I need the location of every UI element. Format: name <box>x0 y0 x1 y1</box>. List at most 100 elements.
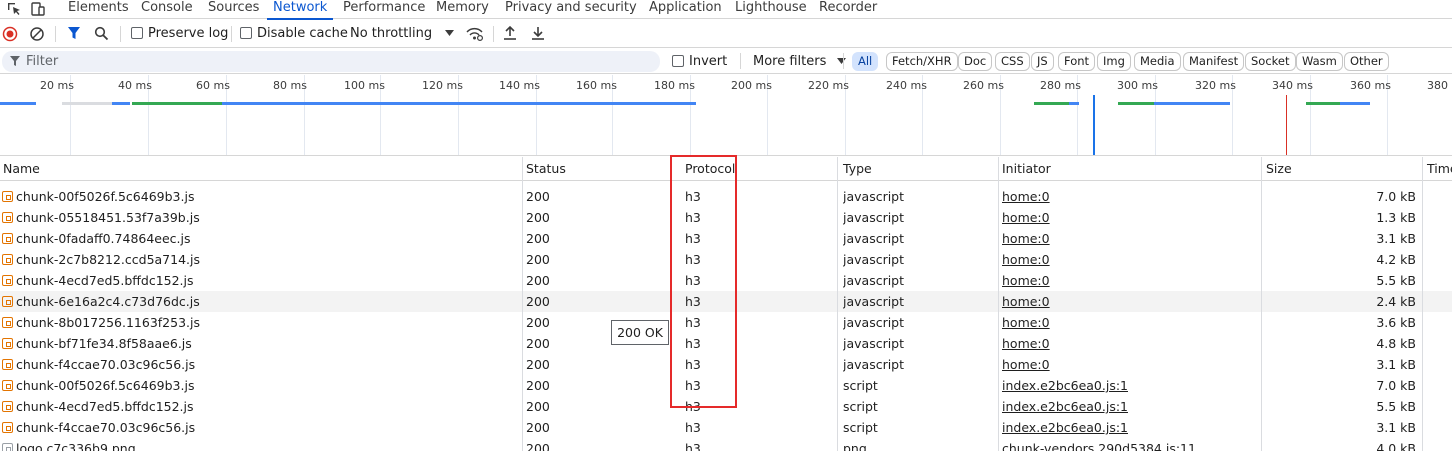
column-divider[interactable] <box>522 157 523 451</box>
request-size: 3.1 kB <box>1376 420 1416 435</box>
request-size: 3.1 kB <box>1376 231 1416 246</box>
request-size: 1.3 kB <box>1376 210 1416 225</box>
request-initiator[interactable]: home:0 <box>1002 249 1050 270</box>
request-name: chunk-0fadaff0.74864eec.js <box>16 231 191 246</box>
column-header-type[interactable]: Type <box>840 157 998 181</box>
column-divider[interactable] <box>998 157 999 451</box>
filter-input[interactable]: Filter <box>2 51 660 72</box>
script-file-icon <box>2 212 13 223</box>
filter-chip-css[interactable]: CSS <box>995 52 1030 71</box>
request-name: chunk-8b017256.1163f253.js <box>16 315 200 330</box>
image-file-icon <box>2 443 13 451</box>
tab-elements[interactable]: Elements <box>68 0 129 19</box>
script-file-icon <box>2 254 13 265</box>
script-file-icon <box>2 275 13 286</box>
column-divider[interactable] <box>1261 157 1262 451</box>
tab-console[interactable]: Console <box>141 0 193 19</box>
tab-lighthouse[interactable]: Lighthouse <box>735 0 807 19</box>
request-type: javascript <box>843 315 905 330</box>
column-header-name[interactable]: Name <box>0 157 522 181</box>
column-header-time[interactable]: Time <box>1424 157 1452 181</box>
script-file-icon <box>2 296 13 307</box>
script-file-icon <box>2 317 13 328</box>
tab-privacy-and-security[interactable]: Privacy and security <box>505 0 637 19</box>
column-divider[interactable] <box>1422 157 1423 451</box>
request-initiator[interactable]: home:0 <box>1002 207 1050 228</box>
request-size: 4.0 kB <box>1376 441 1416 451</box>
tab-performance[interactable]: Performance <box>343 0 425 19</box>
disable-cache-checkbox[interactable]: Disable cache <box>240 26 348 42</box>
filter-chip-socket[interactable]: Socket <box>1245 52 1296 71</box>
filter-chip-doc[interactable]: Doc <box>958 52 993 71</box>
column-header-size[interactable]: Size <box>1263 157 1422 181</box>
request-initiator[interactable]: home:0 <box>1002 228 1050 249</box>
request-initiator[interactable]: index.e2bc6ea0.js:1 <box>1002 396 1128 417</box>
filter-chip-media[interactable]: Media <box>1134 52 1181 71</box>
filter-chip-js[interactable]: JS <box>1031 52 1054 71</box>
table-row[interactable]: chunk-f4ccae70.03c96c56.js 200 h3 script… <box>0 417 1452 438</box>
network-conditions-icon[interactable] <box>466 26 483 42</box>
request-size: 7.0 kB <box>1376 378 1416 393</box>
search-icon[interactable] <box>94 26 109 41</box>
request-type: javascript <box>843 210 905 225</box>
column-divider[interactable] <box>837 157 838 451</box>
request-initiator[interactable]: index.e2bc6ea0.js:1 <box>1002 375 1128 396</box>
tab-application[interactable]: Application <box>649 0 722 19</box>
clear-icon[interactable] <box>29 26 45 42</box>
request-name: chunk-00f5026f.5c6469b3.js <box>16 378 195 393</box>
request-name: logo.c7c336b9.png <box>16 441 136 451</box>
request-initiator[interactable]: home:0 <box>1002 186 1050 207</box>
script-file-icon <box>2 422 13 433</box>
filter-chip-img[interactable]: Img <box>1097 52 1131 71</box>
inspect-element-icon[interactable] <box>6 1 22 17</box>
filter-icon[interactable] <box>67 26 81 41</box>
filter-chip-other[interactable]: Other <box>1344 52 1389 71</box>
filter-icon <box>10 56 20 66</box>
filter-chip-all[interactable]: All <box>852 52 879 71</box>
request-type: javascript <box>843 336 905 351</box>
export-har-icon[interactable] <box>531 25 545 41</box>
device-toolbar-icon[interactable] <box>30 1 46 17</box>
request-initiator[interactable]: index.e2bc6ea0.js:1 <box>1002 417 1128 438</box>
request-name: chunk-f4ccae70.03c96c56.js <box>16 357 196 372</box>
request-initiator[interactable]: chunk-vendors.290d5384.js:11 <box>1002 438 1196 451</box>
script-file-icon <box>2 233 13 244</box>
chevron-down-icon <box>836 58 846 64</box>
request-status: 200 <box>526 231 550 246</box>
request-initiator[interactable]: home:0 <box>1002 312 1050 333</box>
request-status: 200 <box>526 441 550 451</box>
request-status: 200 <box>526 189 550 204</box>
script-file-icon <box>2 401 13 412</box>
filter-chip-font[interactable]: Font <box>1058 52 1096 71</box>
table-row[interactable]: logo.c7c336b9.png 200 h3 png chunk-vendo… <box>0 438 1452 451</box>
tab-recorder[interactable]: Recorder <box>819 0 877 19</box>
more-filters-dropdown[interactable]: More filters <box>753 54 846 70</box>
request-initiator[interactable]: home:0 <box>1002 291 1050 312</box>
request-initiator[interactable]: home:0 <box>1002 270 1050 291</box>
invert-checkbox[interactable]: Invert <box>672 54 727 70</box>
waterfall-overview <box>0 95 1370 155</box>
throttling-select[interactable]: No throttling <box>350 26 432 42</box>
tab-network[interactable]: Network <box>266 0 334 20</box>
request-size: 4.2 kB <box>1376 252 1416 267</box>
import-har-icon[interactable] <box>503 25 517 41</box>
filter-chip-wasm[interactable]: Wasm <box>1296 52 1343 71</box>
request-type: javascript <box>843 273 905 288</box>
network-overview-timeline[interactable]: 20 ms 40 ms 60 ms 80 ms 100 ms 120 ms 14… <box>0 75 1452 156</box>
tab-memory[interactable]: Memory <box>436 0 489 19</box>
request-initiator[interactable]: home:0 <box>1002 354 1050 375</box>
preserve-log-checkbox[interactable]: Preserve log <box>131 26 228 42</box>
stop-recording-icon[interactable] <box>2 26 18 42</box>
column-header-initiator[interactable]: Initiator <box>999 157 1261 181</box>
filter-chip-fetch-xhr[interactable]: Fetch/XHR <box>886 52 958 71</box>
request-type: script <box>843 420 878 435</box>
checkbox-icon <box>131 27 143 39</box>
request-size: 3.6 kB <box>1376 315 1416 330</box>
tab-sources[interactable]: Sources <box>208 0 259 19</box>
filter-chip-manifest[interactable]: Manifest <box>1183 52 1245 71</box>
request-type: javascript <box>843 252 905 267</box>
filter-placeholder: Filter <box>26 54 59 69</box>
column-header-status[interactable]: Status <box>523 157 668 181</box>
request-status: 200 <box>526 273 550 288</box>
request-initiator[interactable]: home:0 <box>1002 333 1050 354</box>
